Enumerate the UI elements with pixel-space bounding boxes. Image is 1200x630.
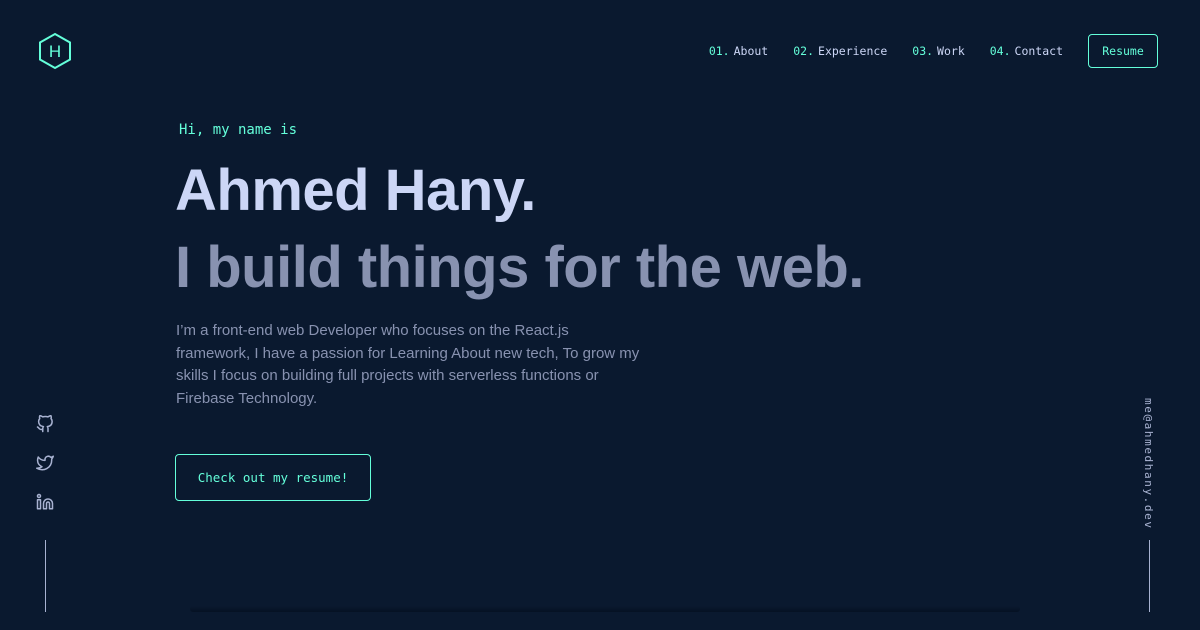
- nav-number: 04.: [989, 44, 1011, 58]
- nav-number: 01.: [708, 44, 730, 58]
- main-nav: 01. About 02. Experience 03. Work 04. Co…: [709, 34, 1158, 68]
- github-icon[interactable]: [35, 414, 55, 434]
- nav-number: 03.: [912, 44, 934, 58]
- twitter-icon[interactable]: [35, 453, 55, 473]
- left-vertical-line: [45, 540, 46, 612]
- logo-hexagon-icon[interactable]: H: [37, 32, 73, 70]
- logo-letter: H: [49, 42, 61, 61]
- social-links: [35, 414, 55, 531]
- right-vertical-line: [1149, 540, 1150, 612]
- nav-item-experience[interactable]: 02. Experience: [793, 44, 887, 58]
- hero-tagline: I build things for the web.: [175, 235, 864, 300]
- linkedin-icon[interactable]: [35, 492, 55, 512]
- nav-label: About: [733, 44, 769, 58]
- nav-item-contact[interactable]: 04. Contact: [990, 44, 1063, 58]
- resume-button[interactable]: Resume: [1088, 34, 1158, 68]
- nav-label: Work: [937, 44, 965, 58]
- nav-number: 02.: [793, 44, 815, 58]
- nav-item-about[interactable]: 01. About: [709, 44, 768, 58]
- portfolio-page: H 01. About 02. Experience 03. Work 04. …: [0, 0, 1200, 630]
- nav-label: Contact: [1014, 44, 1063, 58]
- nav-item-work[interactable]: 03. Work: [912, 44, 964, 58]
- hero-greeting: Hi, my name is: [179, 122, 298, 138]
- bottom-divider: [190, 606, 1020, 612]
- hero-bio: I’m a front-end web Developer who focuse…: [176, 322, 640, 407]
- email-link[interactable]: me@ahmedhany.dev: [1142, 398, 1155, 530]
- hero-name: Ahmed Hany.: [175, 158, 536, 223]
- check-resume-button[interactable]: Check out my resume!: [175, 454, 371, 501]
- nav-label: Experience: [818, 44, 888, 58]
